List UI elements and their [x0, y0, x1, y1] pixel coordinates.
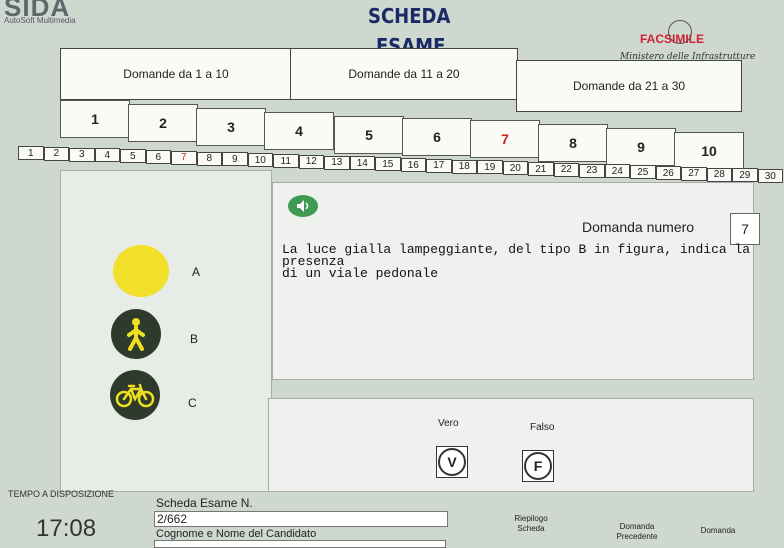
summary-button[interactable]: Riepilogo Scheda [504, 514, 558, 534]
strip-question-13[interactable]: 13 [324, 155, 350, 170]
question-button-9[interactable]: 9 [606, 128, 676, 166]
pedestrian-light-figure [111, 309, 161, 359]
option-c-label: C [188, 396, 197, 410]
strip-question-23[interactable]: 23 [579, 163, 605, 178]
strip-question-24[interactable]: 24 [604, 164, 630, 179]
summary-label-line2: Scheda [517, 524, 545, 533]
time-label: TEMPO A DISPOSIZIONE [8, 489, 115, 499]
strip-question-21[interactable]: 21 [528, 162, 554, 176]
question-text-line1: La luce gialla lampeggiante, del tipo B … [282, 242, 751, 269]
question-text-line2: di un viale pedonale [282, 266, 439, 281]
next-label-line1: Domanda [700, 526, 736, 535]
pedestrian-icon [127, 318, 145, 351]
true-answer-button[interactable]: V [436, 446, 468, 478]
previous-question-button[interactable]: Domanda Precedente [604, 522, 670, 542]
strip-question-29[interactable]: 29 [732, 168, 758, 183]
candidate-name-field [154, 540, 446, 548]
strip-question-8[interactable]: 8 [196, 151, 222, 166]
tab-questions-11-20[interactable]: Domande da 11 a 20 [290, 48, 518, 100]
question-button-7[interactable]: 7 [470, 120, 540, 158]
option-b-label: B [190, 332, 199, 346]
strip-question-14[interactable]: 14 [349, 156, 375, 171]
strip-question-17[interactable]: 17 [426, 158, 452, 173]
false-label: Falso [530, 422, 555, 433]
question-panel [272, 182, 754, 380]
scheda-label: Scheda Esame N. [156, 496, 253, 510]
strip-question-1[interactable]: 1 [18, 146, 44, 160]
tab-questions-21-30[interactable]: Domande da 21 a 30 [516, 60, 742, 112]
bicycle-light-figure [110, 370, 160, 420]
strip-question-6[interactable]: 6 [145, 150, 171, 164]
bicycle-icon [115, 383, 155, 408]
strip-question-9[interactable]: 9 [222, 152, 248, 167]
strip-question-7[interactable]: 7 [171, 150, 197, 165]
yellow-light-figure [113, 245, 169, 297]
previous-label-line2: Precedente [616, 532, 658, 541]
option-a-label: A [192, 265, 201, 279]
answer-panel [268, 398, 754, 492]
strip-question-26[interactable]: 26 [655, 166, 681, 180]
strip-question-11[interactable]: 11 [273, 154, 299, 168]
facsimile-stamp: FACSIMILE [640, 32, 705, 46]
true-answer-glyph: V [438, 448, 466, 476]
next-question-button[interactable]: Domanda [686, 526, 750, 536]
question-text: La luce gialla lampeggiante, del tipo B … [282, 242, 757, 281]
question-button-2[interactable]: 2 [128, 104, 198, 142]
question-button-6[interactable]: 6 [402, 118, 472, 156]
strip-question-2[interactable]: 2 [43, 146, 69, 161]
tab-questions-1-10[interactable]: Domande da 1 a 10 [60, 48, 292, 100]
question-number-value: 7 [730, 213, 760, 245]
audio-speaker-button[interactable] [288, 195, 318, 217]
question-button-3[interactable]: 3 [196, 108, 266, 146]
strip-question-16[interactable]: 16 [400, 158, 426, 172]
strip-question-18[interactable]: 18 [451, 159, 477, 174]
question-number-label: Domanda numero [582, 219, 695, 235]
question-button-4[interactable]: 4 [264, 112, 334, 150]
strip-question-4[interactable]: 4 [94, 148, 120, 163]
scheda-number: 2/662 [154, 511, 448, 527]
strip-question-3[interactable]: 3 [69, 147, 95, 162]
strip-question-5[interactable]: 5 [120, 149, 146, 164]
strip-question-15[interactable]: 15 [375, 157, 401, 172]
strip-question-22[interactable]: 22 [553, 162, 579, 177]
false-answer-button[interactable]: F [522, 450, 554, 482]
strip-question-10[interactable]: 10 [247, 153, 273, 168]
question-button-10[interactable]: 10 [674, 132, 744, 170]
strip-question-27[interactable]: 27 [681, 166, 707, 181]
question-button-8[interactable]: 8 [538, 124, 608, 162]
summary-label-line1: Riepilogo [514, 514, 548, 523]
previous-label-line1: Domanda [619, 522, 655, 531]
brand-subtitle: AutoSoft Multimedia [4, 16, 76, 25]
true-label: Vero [438, 418, 459, 429]
strip-question-30[interactable]: 30 [757, 169, 783, 184]
speaker-icon [297, 200, 309, 212]
page-title-line1: SCHEDA [368, 4, 451, 28]
question-button-5[interactable]: 5 [334, 116, 404, 154]
strip-question-20[interactable]: 20 [502, 161, 528, 176]
strip-question-28[interactable]: 28 [706, 167, 732, 182]
candidate-label: Cognome e Nome del Candidato [156, 528, 317, 540]
strip-question-12[interactable]: 12 [298, 154, 324, 169]
question-button-1[interactable]: 1 [60, 100, 130, 138]
time-remaining: 17:08 [36, 515, 97, 542]
strip-question-19[interactable]: 19 [477, 160, 503, 175]
figure-panel [60, 170, 272, 492]
false-answer-glyph: F [524, 452, 552, 480]
strip-question-25[interactable]: 25 [630, 165, 656, 180]
